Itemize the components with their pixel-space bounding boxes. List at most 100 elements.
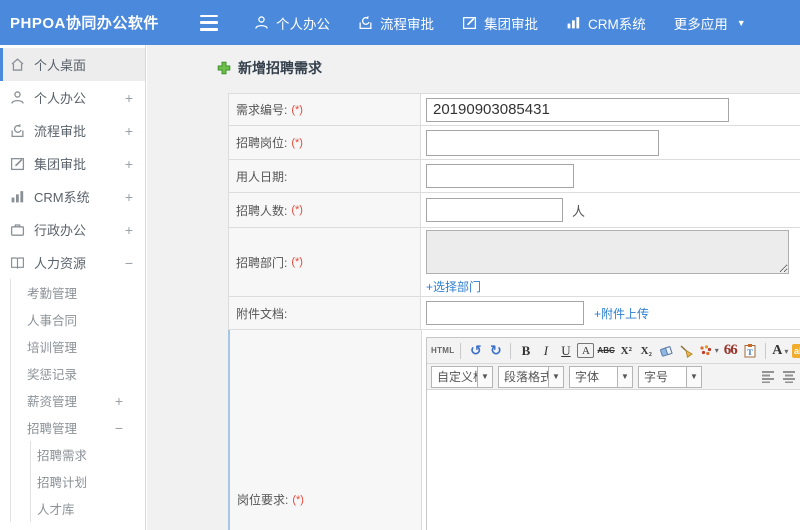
sidebar-item-recruit-plan[interactable]: 招聘计划 (31, 468, 145, 495)
sidebar-item-recruit-mgmt[interactable]: 招聘管理 − (11, 414, 145, 441)
font-size-select[interactable]: 字号 ▼ (638, 365, 702, 388)
main-content: 新增招聘需求 需求编号: (*) 招聘岗位: (*) 用人日期: (147, 45, 800, 530)
attachment-upload-link[interactable]: +附件上传 (594, 305, 649, 322)
sidebar-item-rewards[interactable]: 奖惩记录 (11, 360, 145, 387)
unit-label: 人 (572, 203, 586, 219)
clipboard-icon: T (744, 344, 756, 358)
home-icon (10, 57, 25, 72)
chart-icon (10, 189, 25, 204)
position-input[interactable] (426, 129, 659, 156)
nav-item-more-apps[interactable]: 更多应用 ▼ (660, 0, 760, 45)
eraser-button[interactable] (658, 341, 675, 361)
sidebar-item-label: CRM系统 (34, 190, 90, 205)
font-family-select[interactable]: 字体 ▼ (569, 365, 633, 388)
sidebar-item-hr-contract[interactable]: 人事合同 (11, 306, 145, 333)
sidebar-item-hr[interactable]: 人力资源 − (0, 246, 145, 279)
caret-down-icon: ▼ (617, 366, 632, 387)
attachment-input[interactable] (426, 301, 584, 325)
expand-plus-icon[interactable]: + (125, 222, 133, 238)
nav-label: CRM系统 (588, 16, 646, 32)
menu-toggle-icon[interactable] (200, 14, 222, 31)
nav-item-personal-office[interactable]: 个人办公 (240, 0, 344, 45)
expand-plus-icon[interactable]: + (125, 90, 133, 106)
spray-color-button[interactable]: ▾ (698, 341, 719, 361)
app-logo: PHPOA协同办公软件 (10, 15, 159, 32)
form-row-attachment: 附件文档: +附件上传 (228, 297, 800, 330)
superscript-button[interactable]: X² (618, 341, 635, 361)
req-no-input[interactable] (426, 97, 729, 122)
sidebar-item-label: 个人桌面 (34, 58, 87, 73)
sidebar-item-personal-office[interactable]: 个人办公 + (0, 81, 145, 114)
add-plus-icon (217, 61, 231, 75)
field-label: 附件文档: (236, 306, 288, 321)
format-brush-button[interactable] (678, 341, 695, 361)
sidebar-item-admin-office[interactable]: 行政办公 + (0, 213, 145, 246)
sidebar-item-crm[interactable]: CRM系统 + (0, 180, 145, 213)
editor-content-area[interactable] (427, 390, 800, 530)
strikethrough-button[interactable]: ABC (597, 341, 614, 361)
redo-button[interactable]: ↻ (487, 341, 504, 361)
paste-text-button[interactable]: T (742, 341, 759, 361)
user-icon (10, 90, 25, 105)
align-left-button[interactable] (759, 367, 776, 387)
font-color-button[interactable]: A ▾ (772, 341, 789, 361)
select-department-link[interactable]: +选择部门 (426, 278, 481, 295)
blockquote-button[interactable]: 66 (722, 341, 739, 361)
field-label: 招聘部门: (236, 255, 288, 270)
recruit-submenu: 招聘需求 招聘计划 人才库 (30, 441, 145, 522)
collapse-minus-icon[interactable]: − (115, 420, 123, 436)
subscript-button[interactable]: X₂ (638, 341, 655, 361)
hire-date-input[interactable] (426, 164, 574, 188)
align-center-button[interactable] (780, 367, 797, 387)
field-label: 用人日期: (236, 169, 288, 184)
required-mark: (*) (292, 493, 304, 506)
italic-button[interactable]: I (537, 341, 554, 361)
expand-plus-icon[interactable]: + (115, 393, 123, 409)
svg-text:T: T (747, 347, 753, 357)
editor-toolbar-row2: 自定义标题 ▼ 段落格式 ▼ 字体 ▼ 字号 ▼ (427, 364, 800, 390)
sidebar-item-label: 人力资源 (34, 256, 87, 271)
underline-button[interactable]: U (557, 341, 574, 361)
caret-down-icon: ▼ (477, 366, 492, 387)
nav-label: 更多应用 (673, 16, 728, 32)
sidebar-item-label: 流程审批 (34, 124, 87, 139)
form-row-job-requirements: 岗位要求: (*) HTML ↺ ↻ B I U A ABC X² X₂ ▾ 6… (228, 330, 800, 530)
caret-down-icon: ▾ (714, 346, 719, 355)
bold-button[interactable]: B (517, 341, 534, 361)
undo-button[interactable]: ↺ (467, 341, 484, 361)
hr-submenu: 考勤管理 人事合同 培训管理 奖惩记录 薪资管理 + 招聘管理 − 招聘需求 招… (10, 279, 145, 522)
sidebar-item-personal-desktop[interactable]: 个人桌面 (0, 48, 145, 81)
collapse-minus-icon[interactable]: − (125, 255, 133, 271)
expand-plus-icon[interactable]: + (125, 156, 133, 172)
department-textarea[interactable] (426, 229, 789, 274)
align-center-icon (782, 371, 795, 383)
nav-item-crm[interactable]: CRM系统 (552, 0, 660, 45)
expand-plus-icon[interactable]: + (125, 123, 133, 139)
headcount-input[interactable] (426, 198, 563, 222)
required-mark: (*) (291, 204, 303, 216)
sidebar-item-recruit-demand[interactable]: 招聘需求 (31, 441, 145, 468)
spray-icon (700, 344, 711, 355)
sidebar-item-workflow-approval[interactable]: 流程审批 + (0, 114, 145, 147)
nav-item-workflow-approval[interactable]: 流程审批 (344, 0, 448, 45)
process-icon (358, 15, 373, 30)
required-mark: (*) (291, 136, 303, 149)
field-label: 需求编号: (236, 103, 288, 117)
highlight-button[interactable]: ab (791, 343, 800, 358)
nav-item-group-approval[interactable]: 集团审批 (448, 0, 552, 45)
sidebar-item-label: 行政办公 (34, 223, 87, 238)
sidebar-item-group-approval[interactable]: 集团审批 + (0, 147, 145, 180)
caret-down-icon: ▼ (548, 366, 563, 387)
sidebar-item-salary[interactable]: 薪资管理 + (11, 387, 145, 414)
sidebar-item-attendance[interactable]: 考勤管理 (11, 279, 145, 306)
font-box-button[interactable]: A (577, 343, 595, 358)
required-mark: (*) (291, 256, 303, 268)
sidebar-item-talent-pool[interactable]: 人才库 (31, 495, 145, 522)
brush-icon (680, 344, 694, 358)
paragraph-format-select[interactable]: 段落格式 ▼ (498, 365, 564, 388)
sidebar-item-training[interactable]: 培训管理 (11, 333, 145, 360)
source-button[interactable]: HTML (431, 341, 454, 361)
heading-select[interactable]: 自定义标题 ▼ (431, 365, 493, 388)
sidebar-item-label: 集团审批 (34, 157, 87, 172)
expand-plus-icon[interactable]: + (125, 189, 133, 205)
